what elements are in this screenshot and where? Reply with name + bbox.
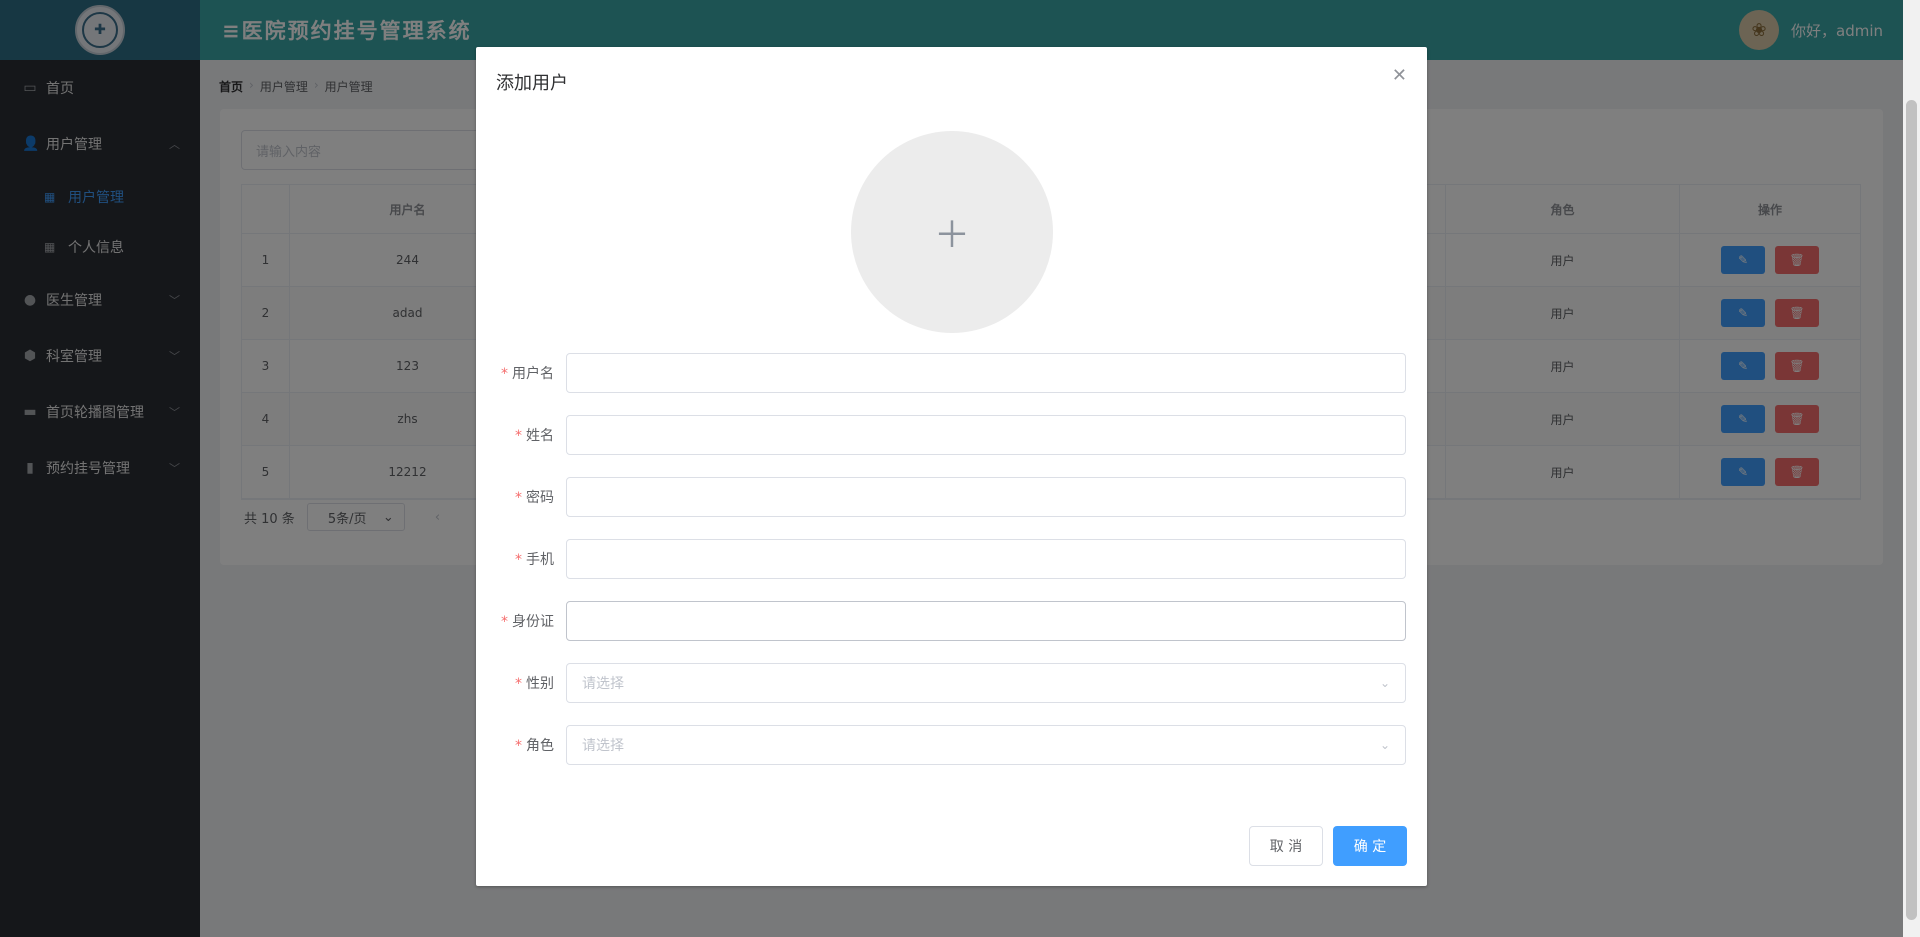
role-select[interactable]: 请选择 ⌄ xyxy=(566,725,1406,765)
label-text: 性别 xyxy=(526,676,554,692)
role-label: * 角色 xyxy=(476,735,566,755)
form-row-role: * 角色 请选择 ⌄ xyxy=(476,725,1427,765)
required-mark: * xyxy=(515,552,522,568)
required-mark: * xyxy=(501,614,508,630)
page-scrollbar[interactable] xyxy=(1903,0,1920,937)
form-row-gender: * 性别 请选择 ⌄ xyxy=(476,663,1427,703)
chevron-down-icon: ⌄ xyxy=(1379,738,1390,752)
role-placeholder: 请选择 xyxy=(582,738,624,754)
form-row-username: * 用户名 xyxy=(476,353,1427,393)
form-row-phone: * 手机 xyxy=(476,539,1427,579)
label-text: 手机 xyxy=(526,552,554,568)
label-text: 用户名 xyxy=(512,366,554,382)
label-text: 身份证 xyxy=(512,614,554,630)
cancel-button[interactable]: 取 消 xyxy=(1249,826,1323,866)
avatar-uploader[interactable]: ＋ xyxy=(851,131,1053,333)
label-text: 密码 xyxy=(526,490,554,506)
form-row-password: * 密码 xyxy=(476,477,1427,517)
add-user-dialog: 添加用户 ✕ ＋ * 用户名 * 姓名 * 密码 * 手机 * 身份证 * 性别 请选择 ⌄… xyxy=(476,47,1427,886)
confirm-button[interactable]: 确 定 xyxy=(1333,826,1407,866)
password-label: * 密码 xyxy=(476,487,566,507)
required-mark: * xyxy=(501,366,508,382)
dialog-footer: 取 消 确 定 xyxy=(1249,826,1407,866)
required-mark: * xyxy=(515,738,522,754)
gender-label: * 性别 xyxy=(476,673,566,693)
scrollbar-thumb[interactable] xyxy=(1906,100,1917,920)
gender-placeholder: 请选择 xyxy=(582,676,624,692)
dialog-title: 添加用户 xyxy=(496,73,568,94)
password-field[interactable] xyxy=(566,477,1406,517)
name-field[interactable] xyxy=(566,415,1406,455)
label-text: 角色 xyxy=(526,738,554,754)
id-card-label: * 身份证 xyxy=(476,611,566,631)
plus-icon: ＋ xyxy=(933,215,970,256)
form-row-name: * 姓名 xyxy=(476,415,1427,455)
required-mark: * xyxy=(515,428,522,444)
username-label: * 用户名 xyxy=(476,363,566,383)
name-label: * 姓名 xyxy=(476,425,566,445)
close-icon[interactable]: ✕ xyxy=(1392,65,1407,86)
required-mark: * xyxy=(515,676,522,692)
phone-label: * 手机 xyxy=(476,549,566,569)
gender-select[interactable]: 请选择 ⌄ xyxy=(566,663,1406,703)
id-card-field[interactable] xyxy=(566,601,1406,641)
username-field[interactable] xyxy=(566,353,1406,393)
chevron-down-icon: ⌄ xyxy=(1379,676,1390,690)
required-mark: * xyxy=(515,490,522,506)
label-text: 姓名 xyxy=(526,428,554,444)
form-row-id-card: * 身份证 xyxy=(476,601,1427,641)
phone-field[interactable] xyxy=(566,539,1406,579)
